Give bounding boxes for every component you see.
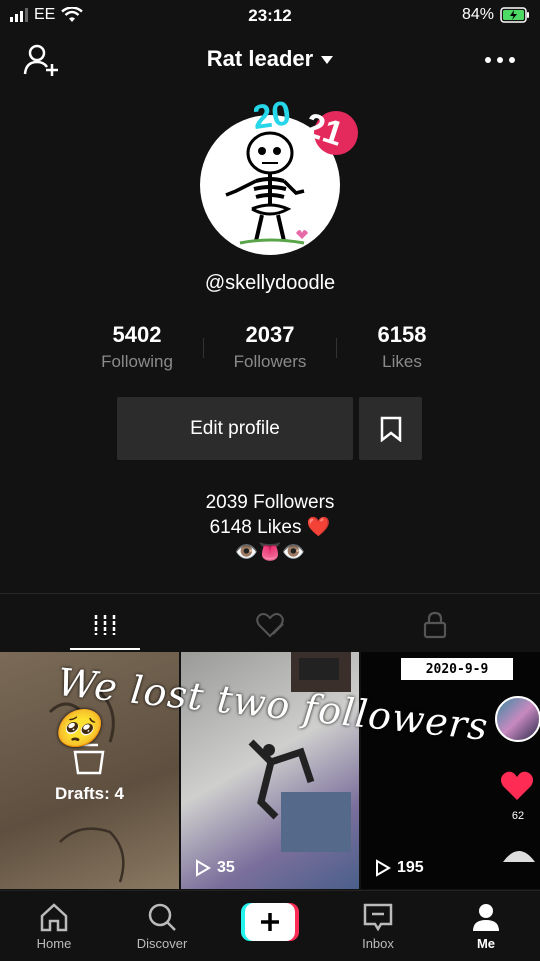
avatar-badge: 20 21 xyxy=(250,93,364,163)
stat-likes[interactable]: 6158 Likes xyxy=(332,322,472,372)
more-options-icon[interactable] xyxy=(482,52,518,68)
nav-discover[interactable]: Discover xyxy=(108,891,216,961)
home-icon xyxy=(40,902,68,931)
bio: 2039 Followers 6148 Likes ❤️ 👁️👅👁️ xyxy=(0,490,540,565)
battery-icon xyxy=(500,7,529,23)
battery-percent: 84% xyxy=(461,6,494,23)
search-icon xyxy=(148,903,176,931)
stat-followers[interactable]: 2037 Followers xyxy=(200,322,340,372)
inbox-icon xyxy=(363,903,393,931)
status-time: 23:12 xyxy=(248,6,292,25)
tab-liked[interactable] xyxy=(180,600,360,650)
stat-following[interactable]: 5402 Following xyxy=(67,322,207,372)
bio-line: 2039 Followers xyxy=(205,492,335,513)
nav-home[interactable]: Home xyxy=(0,891,108,961)
avatar[interactable]: 20 21 xyxy=(200,94,358,255)
edit-profile-button[interactable]: Edit profile xyxy=(117,397,353,460)
stat-label: Followers xyxy=(233,352,307,371)
svg-text:20: 20 xyxy=(254,94,293,137)
nav-label: Discover xyxy=(136,935,188,951)
stat-label: Likes xyxy=(382,352,422,371)
play-icon xyxy=(376,859,391,877)
bookmark-button[interactable] xyxy=(359,397,422,460)
bio-line: 👁️👅👁️ xyxy=(234,542,306,563)
tab-private[interactable] xyxy=(345,600,525,650)
nav-inbox[interactable]: Inbox xyxy=(324,891,432,961)
stat-value: 6158 xyxy=(377,322,427,347)
nav-label: Me xyxy=(476,935,496,951)
nav-label: Home xyxy=(36,935,72,951)
heart-hidden-icon xyxy=(256,613,284,638)
status-bar: EE 23:12 84% xyxy=(0,0,540,30)
person-icon xyxy=(473,903,499,931)
bottom-nav: Home Discover Inbox Me xyxy=(0,890,540,961)
play-icon xyxy=(196,859,211,877)
stat-label: Following xyxy=(101,352,173,371)
view-count: 195 xyxy=(375,859,424,877)
view-count: 35 xyxy=(195,859,235,877)
stat-value: 2037 xyxy=(245,322,295,347)
account-name: Rat leader xyxy=(206,46,314,71)
status-right: 84% xyxy=(462,6,530,24)
active-tab-indicator xyxy=(70,648,140,650)
nav-me[interactable]: Me xyxy=(432,891,540,961)
view-count-value: 195 xyxy=(397,859,424,876)
umbrella-icon xyxy=(503,851,535,862)
stat-value: 5402 xyxy=(112,322,162,347)
date-sticker: 2020-9-9 xyxy=(401,658,513,680)
tabs-divider xyxy=(0,593,540,594)
create-button[interactable] xyxy=(241,903,299,941)
view-count-value: 35 xyxy=(217,859,235,876)
username: @skellydoodle xyxy=(204,272,336,294)
tab-videos[interactable] xyxy=(15,600,195,650)
bookmark-icon xyxy=(380,416,401,442)
account-switcher[interactable]: Rat leader xyxy=(0,46,540,72)
lock-icon xyxy=(423,611,447,639)
chevron-down-icon xyxy=(321,56,334,65)
like-count: 62 xyxy=(511,810,525,822)
grid-icon xyxy=(94,615,116,635)
bio-line: 6148 Likes ❤️ xyxy=(209,517,331,538)
drafts-label: Drafts: 4 xyxy=(55,784,124,803)
nav-label: Inbox xyxy=(362,935,394,951)
